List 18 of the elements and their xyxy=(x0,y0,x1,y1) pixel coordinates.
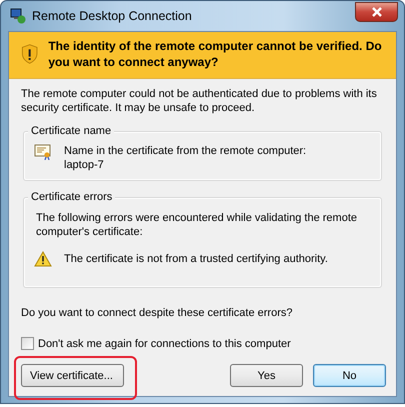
error-text: The certificate is not from a trusted certifying authority. xyxy=(64,252,328,266)
dialog-button[interactable]: View certificate... xyxy=(21,364,124,387)
checkbox[interactable] xyxy=(21,337,34,350)
computer-icon xyxy=(10,8,26,24)
dialog-button[interactable]: Yes xyxy=(230,364,303,387)
close-button[interactable] xyxy=(355,2,398,22)
dialog-button[interactable]: No xyxy=(313,364,386,387)
intro-text: The remote computer could not be authenticated due to problems with its security certificate. It may be unsafe to proceed. xyxy=(21,87,378,115)
errors-description: The following errors were encountered while validating the remote computer's certificate: xyxy=(35,211,358,239)
close-icon xyxy=(370,6,382,16)
certificate-icon xyxy=(34,144,52,160)
name-text: laptop-7 xyxy=(64,158,105,172)
name-text: Name in the certificate from the remote computer: xyxy=(64,144,306,158)
banner-text: The identity of the remote computer cannot be verified. Do you want to connect anyway? xyxy=(48,38,383,70)
warning-icon xyxy=(34,251,52,267)
checkbox-label[interactable]: Don't ask me again for connections to this computer xyxy=(38,338,291,350)
question-text: Do you want to connect despite these certificate errors? xyxy=(21,306,294,320)
window-title: Remote Desktop Connection xyxy=(32,9,192,23)
